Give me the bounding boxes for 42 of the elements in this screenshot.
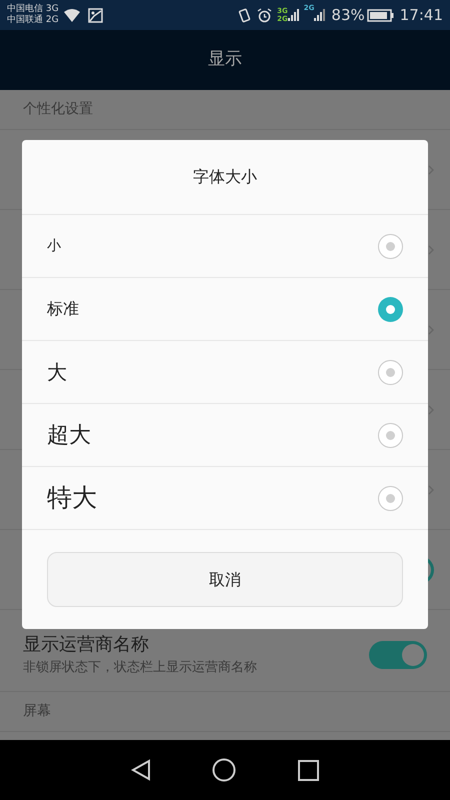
option-label: 超大 bbox=[47, 422, 92, 450]
battery-percent: 83% bbox=[331, 4, 365, 26]
battery-icon bbox=[366, 8, 394, 22]
option-label: 特大 bbox=[47, 482, 98, 514]
radio-button[interactable] bbox=[378, 296, 403, 322]
vibrate-icon bbox=[238, 8, 252, 22]
font-size-option[interactable]: 小 bbox=[22, 215, 428, 278]
clock: 17:41 bbox=[400, 4, 443, 26]
chevron-icon bbox=[428, 244, 434, 254]
recent-apps-icon[interactable] bbox=[298, 760, 320, 780]
signal-icon bbox=[314, 8, 326, 22]
font-size-option[interactable]: 特大 bbox=[22, 467, 428, 530]
home-icon[interactable] bbox=[212, 758, 236, 782]
setting-title: 显示运营商名称 bbox=[23, 633, 150, 658]
back-icon[interactable] bbox=[130, 759, 151, 781]
radio-button[interactable] bbox=[378, 486, 403, 510]
chevron-icon bbox=[428, 324, 434, 334]
setting-description: 非锁屏状态下，状态栏上显示运营商名称 bbox=[23, 659, 258, 678]
carrier-label: 中国联通 2G bbox=[7, 15, 59, 26]
font-size-option[interactable]: 超大 bbox=[22, 404, 428, 467]
wifi-icon bbox=[64, 8, 80, 22]
radio-button[interactable] bbox=[378, 422, 403, 448]
alarm-icon bbox=[257, 8, 272, 22]
font-size-option[interactable]: 大 bbox=[22, 341, 428, 404]
radio-button[interactable] bbox=[378, 234, 403, 258]
option-label: 小 bbox=[47, 236, 62, 256]
section-header: 个性化设置 bbox=[23, 100, 93, 119]
cancel-button[interactable]: 取消 bbox=[47, 552, 403, 607]
chevron-icon bbox=[428, 484, 434, 494]
dialog-title: 字体大小 bbox=[193, 166, 257, 188]
signal-icon bbox=[288, 8, 300, 22]
font-size-option[interactable]: 标准 bbox=[22, 278, 428, 341]
section-header: 屏幕 bbox=[23, 702, 51, 721]
option-label: 标准 bbox=[47, 298, 80, 320]
page-title: 显示 bbox=[208, 48, 242, 72]
chevron-icon bbox=[428, 404, 434, 414]
radio-button[interactable] bbox=[378, 360, 403, 384]
chevron-icon bbox=[428, 164, 434, 174]
toggle-switch[interactable] bbox=[369, 640, 427, 668]
carrier-label: 中国电信 3G bbox=[7, 4, 59, 14]
image-icon bbox=[88, 8, 103, 22]
option-label: 大 bbox=[47, 359, 68, 386]
